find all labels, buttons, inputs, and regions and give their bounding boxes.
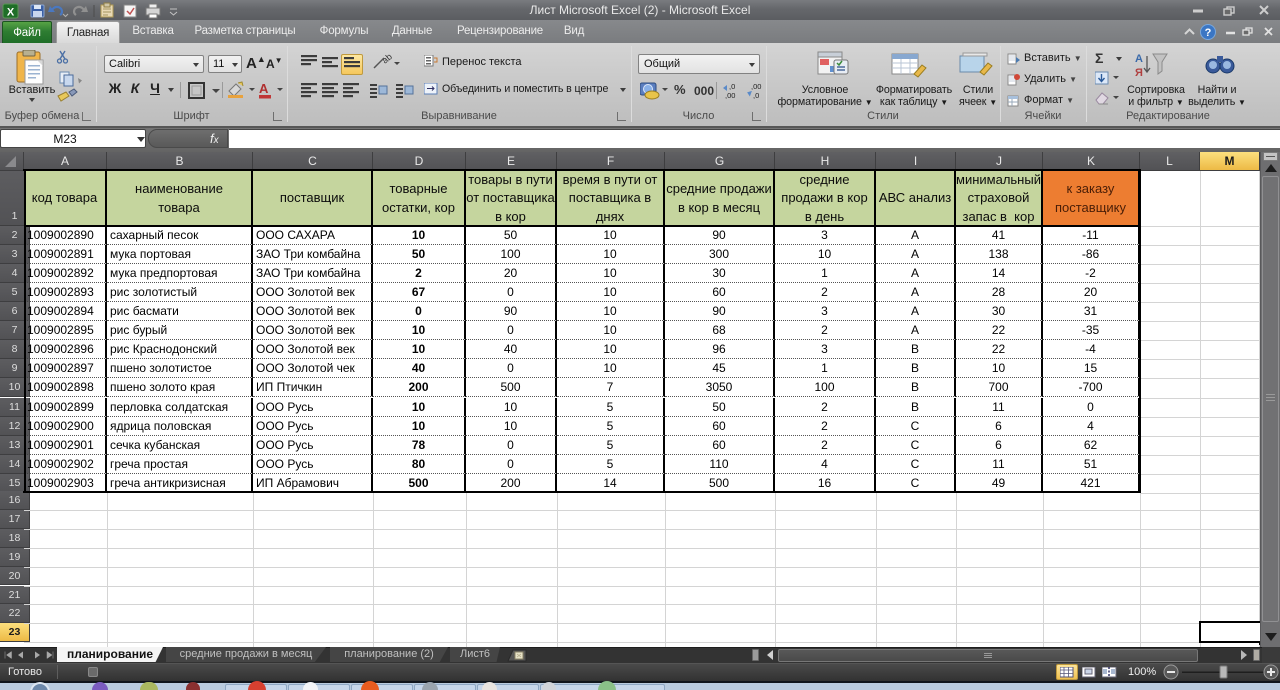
svg-text:ab: ab [380, 54, 394, 66]
svg-text:X: X [7, 7, 15, 19]
svg-text:,0: ,0 [729, 82, 735, 91]
svg-text:?: ? [1205, 27, 1212, 39]
svg-text:,0: ,0 [753, 91, 759, 100]
svg-text:А: А [259, 81, 269, 96]
svg-text:Я: Я [1135, 67, 1143, 79]
svg-text:,00: ,00 [751, 82, 761, 91]
svg-text:А: А [1135, 53, 1143, 65]
svg-text:,00: ,00 [725, 91, 735, 100]
